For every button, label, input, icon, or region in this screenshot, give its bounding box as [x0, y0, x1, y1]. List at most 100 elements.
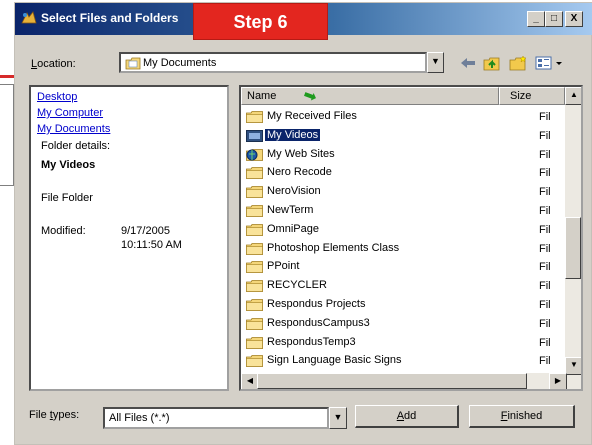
- link-my-computer[interactable]: My Computer: [37, 107, 103, 119]
- location-label: Location:: [31, 58, 76, 70]
- video-folder-icon: [246, 129, 263, 142]
- file-row[interactable]: Respondus Projects Fil: [244, 296, 564, 314]
- column-header-name[interactable]: Name: [241, 87, 499, 105]
- folder-details-label: Folder details:: [41, 140, 111, 152]
- file-row[interactable]: OmniPage Fil: [244, 221, 564, 239]
- horizontal-scrollbar[interactable]: ◀ ▶: [241, 373, 567, 389]
- file-row[interactable]: RespondusTemp3 Fil: [244, 334, 564, 352]
- file-size: Fil: [539, 336, 551, 349]
- file-size: Fil: [539, 167, 551, 180]
- my-documents-folder-icon: [125, 57, 141, 70]
- modified-date: 9/17/2005: [121, 225, 170, 237]
- file-name: PPoint: [267, 260, 300, 273]
- file-name: My Received Files: [267, 110, 357, 122]
- horizontal-scroll-thumb[interactable]: [257, 373, 527, 389]
- folder-icon: [246, 336, 263, 349]
- file-size: Fil: [539, 129, 551, 142]
- file-row[interactable]: RespondusCampus3 Fil: [244, 315, 564, 333]
- left-cropped-frame: [0, 84, 14, 186]
- file-name: OmniPage: [267, 222, 319, 235]
- minimize-button[interactable]: _: [527, 11, 545, 27]
- file-name: Sign Language Basic Signs: [267, 354, 402, 367]
- file-row[interactable]: NewTerm Fil: [244, 202, 564, 220]
- file-name: RespondusTemp3: [267, 335, 356, 348]
- file-size: Fil: [539, 186, 551, 199]
- vertical-scroll-thumb[interactable]: [565, 217, 581, 279]
- file-row[interactable]: My Videos Fil: [244, 127, 564, 145]
- folder-icon: [246, 167, 263, 180]
- file-types-select[interactable]: All Files (*.*): [103, 407, 329, 429]
- file-size: Fil: [539, 317, 551, 330]
- column-header-size[interactable]: Size: [499, 87, 565, 105]
- folder-icon: [246, 317, 263, 330]
- folder-icon: [246, 111, 263, 123]
- file-name: RespondusCampus3: [267, 316, 370, 329]
- file-name: Respondus Projects: [267, 298, 366, 310]
- file-row[interactable]: My Web Sites Fil: [244, 146, 564, 164]
- selected-folder-type: File Folder: [41, 192, 93, 204]
- selected-folder-name: My Videos: [41, 159, 96, 171]
- folder-icon: [246, 205, 263, 217]
- link-my-documents[interactable]: My Documents: [37, 123, 110, 135]
- step-badge: Step 6: [193, 3, 328, 40]
- file-name: NeroVision: [267, 185, 321, 198]
- scroll-up-button[interactable]: ▲: [565, 87, 581, 105]
- folder-details-pane: Desktop My Computer My Documents Folder …: [29, 85, 229, 391]
- web-folder-icon: [246, 148, 263, 161]
- folder-icon: [246, 186, 263, 199]
- scroll-right-button[interactable]: ▶: [549, 373, 567, 389]
- file-size: Fil: [539, 242, 551, 255]
- location-combobox[interactable]: My Documents: [119, 52, 427, 73]
- back-arrow-icon[interactable]: [459, 55, 477, 71]
- file-row[interactable]: RECYCLER Fil: [244, 277, 564, 295]
- folder-icon: [246, 355, 263, 368]
- folder-icon: [246, 299, 263, 311]
- folder-icon: [246, 223, 263, 236]
- file-row[interactable]: Photoshop Elements Class Fil: [244, 240, 564, 258]
- file-types-label: File types:: [29, 409, 80, 421]
- folder-icon: [246, 242, 263, 255]
- location-value: My Documents: [143, 57, 217, 69]
- link-desktop[interactable]: Desktop: [37, 91, 77, 103]
- folder-icon: [246, 261, 263, 274]
- vertical-scrollbar[interactable]: ▲ ▼: [565, 87, 581, 389]
- window-title: Select Files and Folders: [41, 11, 179, 25]
- sort-arrow-icon: [304, 92, 316, 101]
- file-size: Fil: [539, 223, 551, 236]
- left-red-marker: [0, 75, 14, 78]
- file-name: Photoshop Elements Class: [267, 241, 400, 254]
- file-list: Name Size My Received Files Fil My Videos F…: [239, 85, 583, 391]
- file-name: RECYCLER: [267, 279, 327, 292]
- app-icon: [21, 11, 37, 24]
- file-row[interactable]: Nero Recode Fil: [244, 164, 564, 182]
- column-header-name-label: Name: [247, 90, 277, 102]
- file-name: NewTerm: [267, 204, 314, 216]
- up-folder-icon[interactable]: [483, 55, 501, 71]
- file-row[interactable]: Sign Language Basic Signs Fil: [244, 352, 564, 370]
- modified-label: Modified:: [41, 225, 86, 237]
- file-types-dropdown-button[interactable]: ▼: [329, 407, 347, 429]
- file-name: My Videos: [265, 128, 321, 141]
- file-size: Fil: [539, 299, 551, 311]
- file-row[interactable]: My Received Files Fil: [244, 108, 564, 126]
- select-files-dialog: Select Files and Folders _ □ X Step 6 Lo…: [14, 2, 592, 445]
- file-name: My Web Sites: [267, 147, 335, 160]
- folder-icon: [246, 280, 263, 293]
- new-folder-icon[interactable]: [509, 55, 527, 71]
- finished-button[interactable]: Finished: [469, 405, 575, 428]
- file-name: Nero Recode: [267, 166, 332, 179]
- location-dropdown-button[interactable]: ▼: [427, 52, 444, 73]
- maximize-button[interactable]: □: [545, 11, 563, 27]
- file-size: Fil: [539, 148, 551, 161]
- file-row[interactable]: NeroVision Fil: [244, 183, 564, 201]
- modified-time: 10:11:50 AM: [121, 239, 182, 251]
- scroll-down-button[interactable]: ▼: [565, 357, 581, 375]
- file-size: Fil: [539, 280, 551, 293]
- file-row[interactable]: PPoint Fil: [244, 258, 564, 276]
- close-button[interactable]: X: [565, 11, 583, 27]
- file-size: Fil: [539, 355, 551, 368]
- file-size: Fil: [539, 111, 551, 123]
- file-size: Fil: [539, 261, 551, 274]
- add-button[interactable]: Add: [355, 405, 459, 428]
- views-menu-icon[interactable]: [535, 55, 565, 71]
